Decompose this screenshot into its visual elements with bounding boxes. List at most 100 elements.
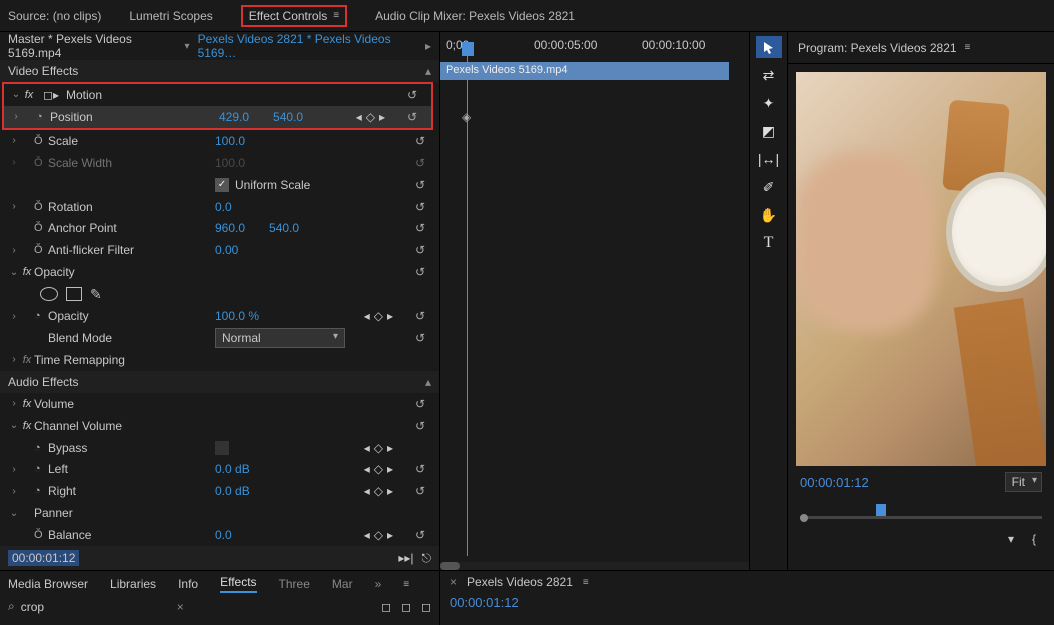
next-keyframe-icon[interactable]: ▸ — [387, 462, 393, 476]
scroll-thumb[interactable] — [440, 562, 460, 570]
reset-icon[interactable]: ↺ — [415, 528, 429, 542]
scrub-handle-icon[interactable] — [800, 514, 808, 522]
video-effects-header[interactable]: Video Effects ▴ — [0, 60, 439, 82]
prev-keyframe-icon[interactable]: ◂ — [364, 484, 370, 498]
tab-libraries[interactable]: Libraries — [110, 577, 156, 591]
property-opacity[interactable]: › ◔ Opacity 100.0 % ◂ ◇ ▸ ↺ — [0, 305, 439, 327]
mask-rect-icon[interactable] — [66, 287, 82, 301]
reset-icon[interactable]: ↺ — [407, 88, 421, 102]
timeline-time-display[interactable]: 00:00:01:12 — [450, 595, 1044, 610]
bypass-checkbox[interactable] — [215, 441, 229, 455]
stopwatch-icon[interactable]: ◔ — [36, 111, 50, 123]
scrub-playhead-icon[interactable] — [876, 504, 886, 516]
property-rotation[interactable]: › Ŏ Rotation 0.0 ↺ — [0, 196, 439, 218]
property-blend-mode[interactable]: Blend Mode Normal ↺ — [0, 327, 439, 349]
balance-value[interactable]: 0.0 — [215, 528, 232, 542]
prev-keyframe-icon[interactable]: ◂ — [356, 110, 362, 124]
prev-keyframe-icon[interactable]: ◂ — [364, 309, 370, 323]
twirl-icon[interactable]: › — [8, 464, 20, 475]
selection-tool-icon[interactable] — [756, 36, 782, 58]
reset-icon[interactable]: ↺ — [415, 331, 429, 345]
time-ruler[interactable]: 0;00 00:00:05:00 00:00:10:00 — [440, 32, 749, 60]
add-keyframe-icon[interactable]: ◇ — [374, 309, 383, 323]
clear-search-icon[interactable]: × — [177, 600, 184, 614]
reset-icon[interactable]: ↺ — [415, 200, 429, 214]
tab-effects[interactable]: Effects — [220, 575, 256, 593]
zoom-fit-select[interactable]: Fit — [1005, 472, 1042, 492]
position-y-value[interactable]: 540.0 — [273, 110, 303, 124]
reset-icon[interactable]: ↺ — [415, 243, 429, 257]
reset-icon[interactable]: ↺ — [415, 397, 429, 411]
tab-info[interactable]: Info — [178, 577, 198, 591]
effect-panner[interactable]: ⌄ fx Panner — [0, 502, 439, 524]
reset-icon[interactable]: ↺ — [415, 265, 429, 279]
program-scrubber[interactable] — [796, 502, 1046, 526]
overflow-tabs-icon[interactable]: » — [375, 577, 382, 591]
sequence-clip-link[interactable]: Pexels Videos 2821 * Pexels Videos 5169… — [198, 32, 417, 60]
fx-badge-icon[interactable]: fx — [20, 398, 34, 410]
twirl-icon[interactable]: ⌄ — [8, 508, 20, 519]
right-value[interactable]: 0.0 dB — [215, 484, 250, 498]
twirl-icon[interactable]: › — [8, 311, 20, 322]
mini-timeline[interactable]: 0;00 00:00:05:00 00:00:10:00 Pexels Vide… — [440, 32, 750, 570]
stopwatch-icon[interactable]: Ŏ — [34, 244, 48, 256]
tab-three[interactable]: Three — [279, 577, 310, 591]
twirl-icon[interactable]: › — [8, 354, 20, 365]
reset-icon[interactable]: ↺ — [407, 110, 421, 124]
twirl-icon[interactable]: ⌄ — [10, 89, 22, 100]
effect-volume[interactable]: › fx Volume ↺ — [0, 393, 439, 415]
next-keyframe-icon[interactable]: ▸ — [387, 309, 393, 323]
add-keyframe-icon[interactable]: ◇ — [366, 110, 375, 124]
reset-icon[interactable]: ↺ — [415, 419, 429, 433]
twirl-icon[interactable]: › — [8, 135, 20, 146]
property-right[interactable]: › ◔ Right 0.0 dB ◂ ◇ ▸ ↺ — [0, 480, 439, 502]
prev-keyframe-icon[interactable]: ◂ — [364, 528, 370, 542]
anti-flicker-value[interactable]: 0.00 — [215, 243, 238, 257]
rotation-value[interactable]: 0.0 — [215, 200, 232, 214]
marker-tool-icon[interactable]: ◩ — [756, 120, 782, 142]
reset-icon[interactable]: ↺ — [415, 462, 429, 476]
effect-motion[interactable]: ⌄ fx ◻▸ Motion ↺ — [4, 84, 431, 106]
collapse-icon[interactable]: ▴ — [425, 64, 431, 78]
tab-media-browser[interactable]: Media Browser — [8, 577, 88, 591]
uniform-scale-row[interactable]: ✓ Uniform Scale ↺ — [0, 174, 439, 196]
twirl-icon[interactable]: ⌄ — [8, 420, 20, 431]
export-icon[interactable]: ⎋ — [422, 551, 432, 566]
add-keyframe-icon[interactable]: ◇ — [374, 528, 383, 542]
prev-keyframe-icon[interactable]: ◂ — [364, 462, 370, 476]
tab-lumetri-scopes[interactable]: Lumetri Scopes — [129, 9, 212, 23]
property-anti-flicker[interactable]: › Ŏ Anti-flicker Filter 0.00 ↺ — [0, 239, 439, 261]
show-hide-timeline-icon[interactable]: ▸ — [425, 39, 431, 53]
anchor-x-value[interactable]: 960.0 — [215, 221, 245, 235]
reset-icon[interactable]: ↺ — [415, 309, 429, 323]
uniform-scale-checkbox[interactable]: ✓ — [215, 178, 229, 192]
master-dropdown-icon[interactable]: ▾ — [185, 41, 190, 52]
anchor-y-value[interactable]: 540.0 — [269, 221, 299, 235]
fx-badge-icon[interactable]: fx — [20, 266, 34, 278]
tab-mar[interactable]: Mar — [332, 577, 353, 591]
tab-audio-clip-mixer[interactable]: Audio Clip Mixer: Pexels Videos 2821 — [375, 9, 575, 23]
tab-effect-controls[interactable]: Effect Controls ≡ — [241, 5, 347, 27]
keyframe-marker-icon[interactable]: ◈ — [462, 110, 474, 122]
panel-menu-icon[interactable]: ≡ — [333, 10, 339, 21]
position-x-value[interactable]: 429.0 — [219, 110, 249, 124]
ripple-edit-icon[interactable]: ⇄ — [756, 64, 782, 86]
fx-badge-icon[interactable]: fx — [20, 354, 34, 366]
marker-icon[interactable]: ▾ — [1008, 532, 1014, 546]
next-keyframe-icon[interactable]: ▸ — [379, 110, 385, 124]
effect-opacity[interactable]: ⌄ fx Opacity ↺ — [0, 261, 439, 283]
mask-pen-icon[interactable]: ✎ — [90, 286, 102, 303]
mask-ellipse-icon[interactable] — [40, 287, 58, 301]
eyedropper-icon[interactable]: ✐ — [756, 176, 782, 198]
add-keyframe-icon[interactable]: ◇ — [374, 441, 383, 455]
type-tool-icon[interactable]: T — [756, 232, 782, 254]
program-time-display[interactable]: 00:00:01:12 — [800, 475, 869, 490]
motion-direct-icon[interactable]: ◻▸ — [36, 88, 66, 102]
left-value[interactable]: 0.0 dB — [215, 462, 250, 476]
property-scale[interactable]: › Ŏ Scale 100.0 ↺ — [0, 130, 439, 152]
twirl-icon[interactable]: › — [8, 398, 20, 409]
next-keyframe-icon[interactable]: ▸ — [387, 441, 393, 455]
scale-value[interactable]: 100.0 — [215, 134, 245, 148]
current-time-display[interactable]: 00:00:01:12 — [8, 550, 79, 566]
panel-menu-icon[interactable]: ≡ — [965, 42, 971, 53]
